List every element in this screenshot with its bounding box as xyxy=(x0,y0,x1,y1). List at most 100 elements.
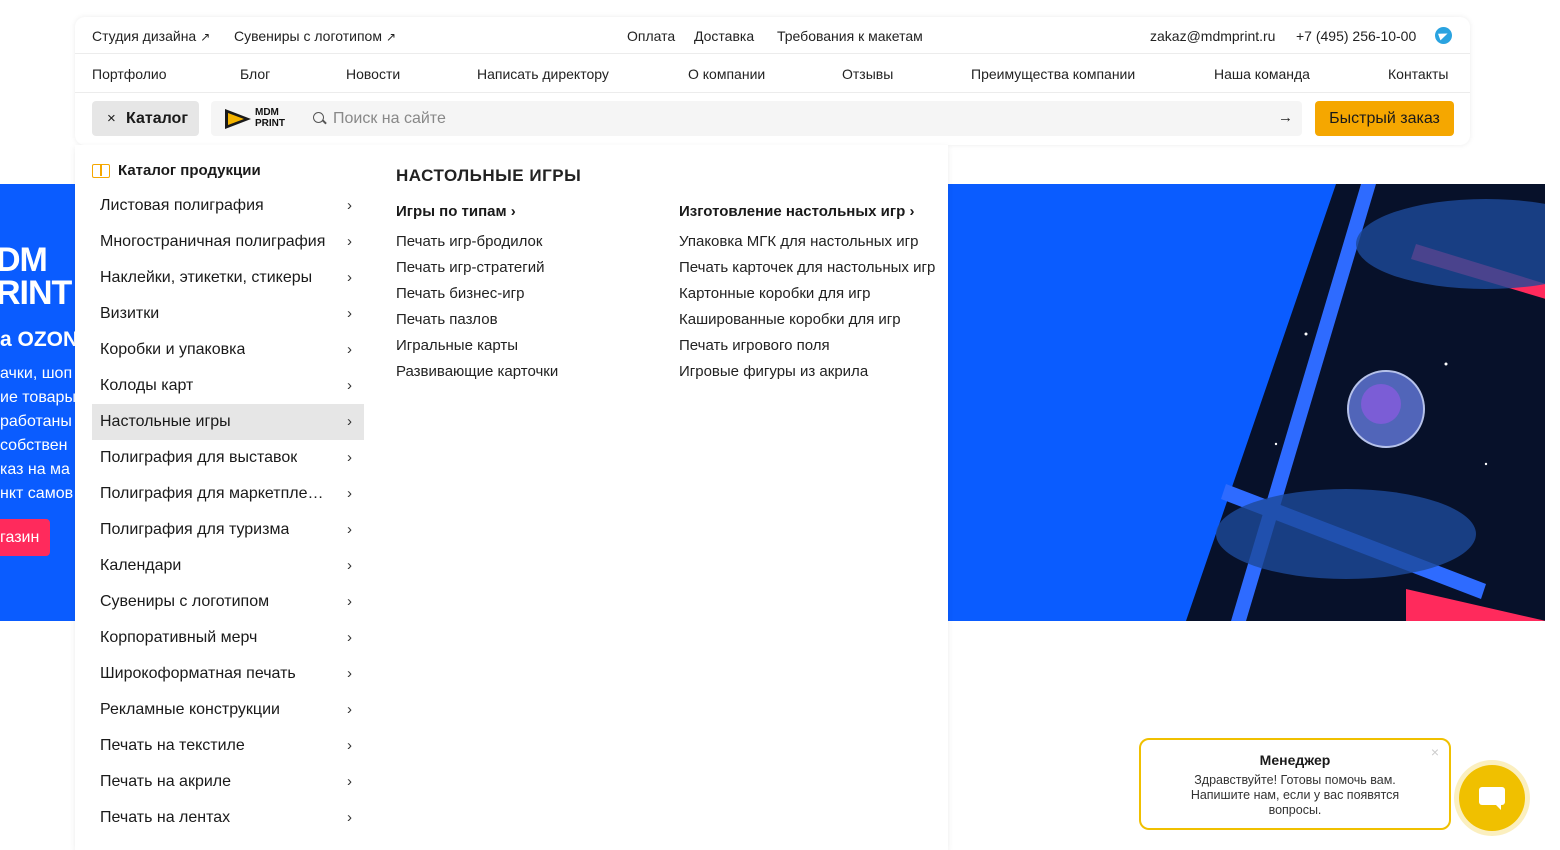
nav-reviews[interactable]: Отзывы xyxy=(842,66,893,82)
hero-text-line: работаны и xyxy=(0,413,86,430)
submenu-link[interactable]: Игральные карты xyxy=(396,336,656,356)
submenu-link[interactable]: Упаковка МГК для настольных игр xyxy=(679,232,939,252)
catalog-item[interactable]: Рекламные конструкции › xyxy=(92,692,364,728)
catalog-item[interactable]: Печать на текстиле › xyxy=(92,728,364,764)
submenu-link[interactable]: Развивающие карточки xyxy=(396,362,656,382)
submenu-link[interactable]: Печать бизнес-игр xyxy=(396,284,656,304)
search-icon xyxy=(313,112,324,123)
hero-product-image xyxy=(1186,184,1545,621)
catalog-item-label: Полиграфия для выставок xyxy=(100,449,298,466)
telegram-icon[interactable] xyxy=(1435,27,1452,44)
submenu-link[interactable]: Печать игр-бродилок xyxy=(396,232,656,252)
phone-link[interactable]: +7 (495) 256-10-00 xyxy=(1296,28,1416,44)
chat-launcher-button[interactable] xyxy=(1459,765,1525,831)
submenu-column-title[interactable]: Игры по типам › xyxy=(396,203,656,220)
catalog-item[interactable]: Полиграфия для выставок › xyxy=(92,440,364,476)
payment-link[interactable]: Оплата xyxy=(627,28,675,44)
submenu-link[interactable]: Игровые фигуры из акрила xyxy=(679,362,939,382)
chevron-right-icon: › xyxy=(347,809,352,826)
catalog-item[interactable]: Широкоформатная печать › xyxy=(92,656,364,692)
catalog-item-label: Календари xyxy=(100,557,182,574)
catalog-item[interactable]: Сувениры с логотипом › xyxy=(92,584,364,620)
hero-text-line: ие товары xyxy=(0,389,76,406)
catalog-item-label: Корпоративный мерч xyxy=(100,629,258,646)
catalog-button-label: Каталог xyxy=(126,110,188,127)
souvenirs-link[interactable]: Сувениры с логотипом ↗ xyxy=(234,28,396,44)
catalog-item[interactable]: Печать на акриле › xyxy=(92,764,364,800)
submenu-column-title[interactable]: Изготовление настольных игр › xyxy=(679,203,939,220)
submenu-link[interactable]: Печать карточек для настольных игр xyxy=(679,258,939,278)
chevron-right-icon: › xyxy=(347,629,352,646)
catalog-item[interactable]: Коробки и упаковка › xyxy=(92,332,364,368)
catalog-item-label: Печать на текстиле xyxy=(100,737,245,754)
chevron-right-icon: › xyxy=(347,593,352,610)
search-input[interactable] xyxy=(333,101,1233,136)
chevron-right-icon: › xyxy=(347,269,352,286)
hero-text-block: DM RINT a OZON ачки, шоп ие товары работ… xyxy=(0,184,85,621)
catalog-item[interactable]: Визитки › xyxy=(92,296,364,332)
catalog-item-label: Наклейки, этикетки, стикеры xyxy=(100,269,313,286)
logo-text-line2: PRINT xyxy=(255,118,285,129)
arrow-right-icon[interactable]: → xyxy=(1278,109,1293,126)
catalog-item[interactable]: Полиграфия для туризма › xyxy=(92,512,364,548)
chevron-right-icon: › xyxy=(347,233,352,250)
quick-order-button[interactable]: Быстрый заказ xyxy=(1315,101,1454,136)
submenu-link[interactable]: Печать пазлов xyxy=(396,310,656,330)
nav-about[interactable]: О компании xyxy=(688,66,765,82)
catalog-button[interactable]: × Каталог xyxy=(92,101,199,136)
catalog-item[interactable]: Колоды карт › xyxy=(92,368,364,404)
catalog-item-label: Полиграфия для туризма xyxy=(100,521,290,538)
nav-news[interactable]: Новости xyxy=(346,66,400,82)
submenu-link[interactable]: Кашированные коробки для игр xyxy=(679,310,939,330)
nav-blog[interactable]: Блог xyxy=(240,66,270,82)
logo-text-line1: MDM xyxy=(255,107,279,118)
chat-message: Здравствуйте! Готовы помочь вам. Напишит… xyxy=(1190,773,1400,817)
nav-write-director[interactable]: Написать директору xyxy=(477,66,609,82)
souvenirs-label: Сувениры с логотипом xyxy=(234,28,382,44)
catalog-item[interactable]: Многостраничная полиграфия › xyxy=(92,224,364,260)
catalog-item[interactable]: Полиграфия для маркетплейсов › xyxy=(92,476,364,512)
design-studio-link[interactable]: Студия дизайна ↗ xyxy=(92,28,210,44)
chevron-right-icon: › xyxy=(347,521,352,538)
chevron-right-icon: › xyxy=(347,341,352,358)
chevron-right-icon: › xyxy=(347,413,352,430)
nav-portfolio[interactable]: Портфолио xyxy=(92,66,167,82)
catalog-item[interactable]: Печать на лентах › xyxy=(92,800,364,836)
chevron-right-icon: › xyxy=(347,557,352,574)
submenu-heading: НАСТОЛЬНЫЕ ИГРЫ xyxy=(396,166,582,185)
catalog-item[interactable]: Корпоративный мерч › xyxy=(92,620,364,656)
catalog-item-label: Полиграфия для маркетплейсов xyxy=(100,485,332,502)
nav-advantages[interactable]: Преимущества компании xyxy=(971,66,1135,82)
email-link[interactable]: zakaz@mdmprint.ru xyxy=(1150,28,1275,44)
hero-shop-button[interactable]: газин xyxy=(0,519,50,556)
submenu-link[interactable]: Картонные коробки для игр xyxy=(679,284,939,304)
catalog-item-label: Колоды карт xyxy=(100,377,194,394)
delivery-link[interactable]: Доставка xyxy=(694,28,754,44)
catalog-item[interactable]: Календари › xyxy=(92,548,364,584)
top-bar: Студия дизайна ↗ Сувениры с логотипом ↗ Оп… xyxy=(75,17,1470,54)
chat-bubble-icon xyxy=(1479,787,1505,810)
logo-text: MDM PRINT xyxy=(255,107,285,129)
mdm-print-logo[interactable]: MDM PRINT xyxy=(225,107,285,131)
search-field[interactable]: MDM PRINT → xyxy=(211,101,1302,136)
catalog-item-label: Широкоформатная печать xyxy=(100,665,296,682)
catalog-title-label: Каталог продукции xyxy=(118,162,261,179)
external-arrow-icon: ↗ xyxy=(385,30,397,44)
close-icon[interactable]: × xyxy=(1431,744,1439,760)
submenu-link[interactable]: Печать игрового поля xyxy=(679,336,939,356)
catalog-item[interactable]: Листовая полиграфия › xyxy=(92,188,364,224)
hero-logo: DM RINT xyxy=(0,243,72,310)
main-nav: Портфолио Блог Новости Написать директор… xyxy=(75,55,1470,93)
catalog-item-active[interactable]: Настольные игры › xyxy=(92,404,364,440)
nav-team[interactable]: Наша команда xyxy=(1214,66,1310,82)
submenu-link[interactable]: Печать игр-стратегий xyxy=(396,258,656,278)
layout-requirements-link[interactable]: Требования к макетам xyxy=(777,28,923,44)
catalog-item-label: Листовая полиграфия xyxy=(100,197,264,214)
catalog-item[interactable]: Наклейки, этикетки, стикеры › xyxy=(92,260,364,296)
nav-contacts[interactable]: Контакты xyxy=(1388,66,1448,82)
paper-plane-icon xyxy=(225,109,251,129)
catalog-dropdown: Каталог продукции Листовая полиграфия › М… xyxy=(75,145,948,850)
catalog-item-label: Настольные игры xyxy=(100,413,231,430)
submenu-column-types: Игры по типам › Печать игр-бродилок Печа… xyxy=(396,203,656,388)
hero-text-line: ачки, шоп xyxy=(0,365,73,382)
